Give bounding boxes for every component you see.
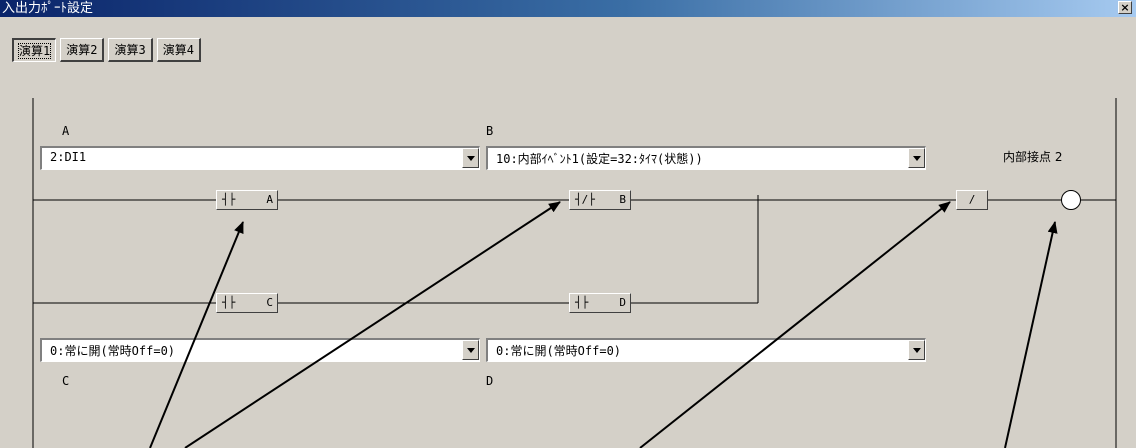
annotation-arrow: [149, 221, 244, 448]
invert-symbol: /: [968, 193, 976, 206]
contact-d[interactable]: ┤├ D: [569, 293, 631, 313]
contact-b[interactable]: ┤/├ B: [569, 190, 631, 210]
contact-letter: C: [266, 296, 273, 309]
contact-symbol: ┤├: [222, 193, 236, 206]
annotation-arrow: [639, 201, 951, 448]
output-invert-toggle[interactable]: /: [956, 190, 988, 210]
annotation-arrow: [184, 201, 561, 448]
contact-c[interactable]: ┤├ C: [216, 293, 278, 313]
annotation-arrow: [1004, 221, 1058, 448]
contact-letter: B: [619, 193, 626, 206]
output-coil-icon: [1061, 190, 1081, 210]
contact-symbol: ┤/├: [575, 193, 595, 206]
contact-a[interactable]: ┤├ A: [216, 190, 278, 210]
ladder-diagram: [32, 98, 1117, 448]
contact-symbol: ┤├: [222, 296, 236, 309]
contact-letter: D: [619, 296, 626, 309]
contact-letter: A: [266, 193, 273, 206]
contact-symbol: ┤├: [575, 296, 589, 309]
